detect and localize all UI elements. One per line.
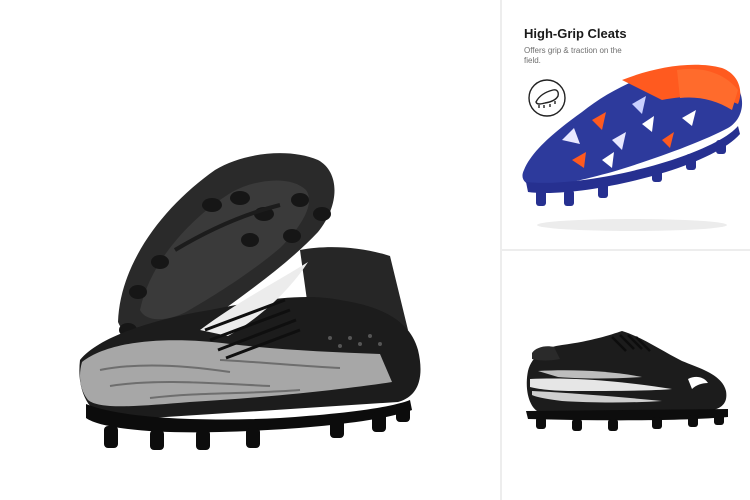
hero-image-black-cleats [0,0,500,500]
product-gallery: High-Grip Cleats Offers grip & traction … [0,0,750,500]
black-white-cleat-image [502,251,750,500]
black-white-cleat-art [526,331,728,431]
feature-panel: High-Grip Cleats Offers grip & traction … [502,0,750,249]
hero-cleats-art [79,153,421,450]
blue-orange-cleat-image [522,64,743,231]
